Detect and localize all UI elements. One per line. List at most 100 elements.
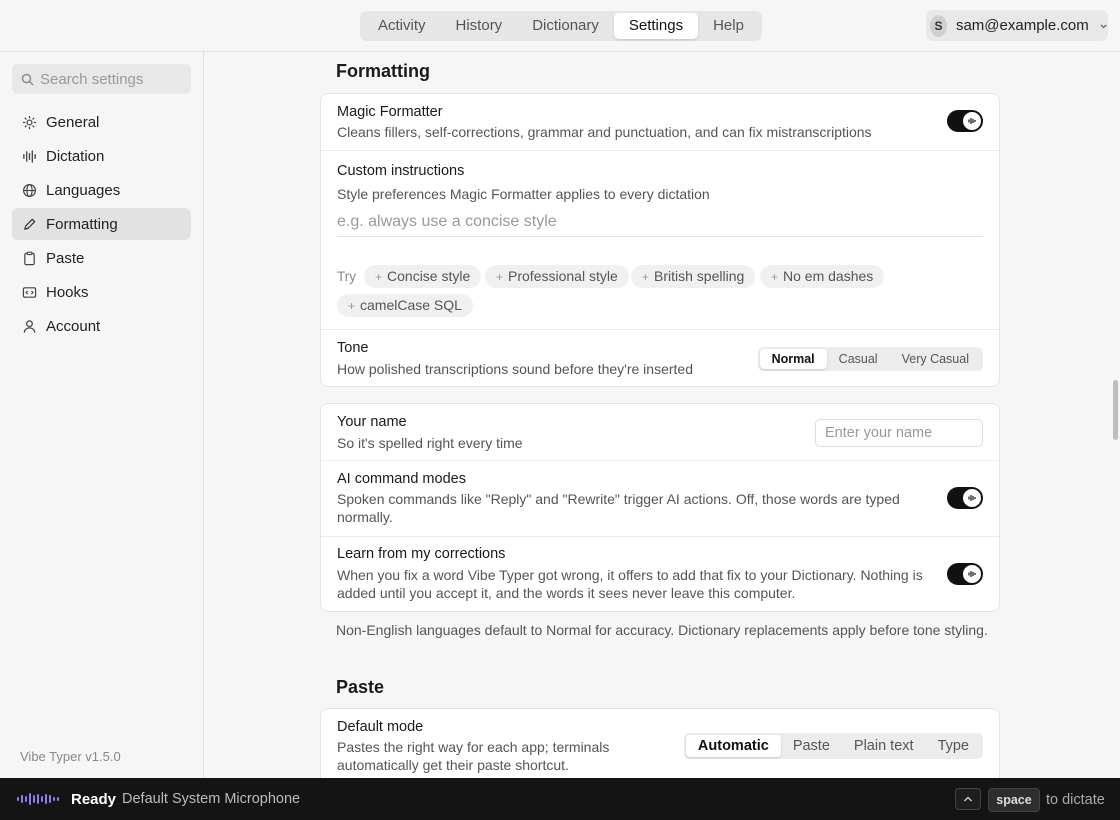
chip-professional-style[interactable]: + Professional style bbox=[485, 265, 629, 288]
magic-formatter-toggle[interactable] bbox=[947, 110, 983, 132]
tab-help[interactable]: Help bbox=[698, 13, 759, 39]
chip-british-spelling[interactable]: + British spelling bbox=[631, 265, 756, 288]
row-description: Spoken commands like "Reply" and "Rewrit… bbox=[337, 491, 900, 525]
waveform-icon bbox=[21, 148, 37, 164]
tone-option-very-casual[interactable]: Very Casual bbox=[890, 349, 981, 369]
default-mode-row: Default mode Pastes the right way for ea… bbox=[321, 709, 999, 778]
paste-mode-selector: Automatic Paste Plain text Type bbox=[683, 733, 983, 759]
custom-instructions-row: Custom instructions Style preferences Ma… bbox=[321, 151, 999, 330]
tab-activity[interactable]: Activity bbox=[363, 13, 441, 39]
chip-label: No em dashes bbox=[783, 268, 874, 284]
formatting-card: Magic Formatter Cleans fillers, self-cor… bbox=[320, 93, 1000, 387]
learn-corrections-toggle[interactable] bbox=[947, 563, 983, 585]
paste-card: Default mode Pastes the right way for ea… bbox=[320, 708, 1000, 778]
row-title: Custom instructions bbox=[337, 163, 465, 179]
try-label: Try bbox=[337, 269, 356, 284]
status-bar: Ready Default System Microphone space to… bbox=[0, 778, 1120, 820]
status-ready: Ready bbox=[71, 791, 117, 808]
chip-no-em-dashes[interactable]: + No em dashes bbox=[760, 265, 885, 288]
row-description: So it's spelled right every time bbox=[337, 435, 523, 451]
paste-mode-automatic[interactable]: Automatic bbox=[685, 735, 781, 757]
hotkey-badge: space bbox=[988, 788, 1040, 812]
plus-icon: + bbox=[771, 270, 779, 284]
person-icon bbox=[21, 318, 37, 334]
toggle-knob bbox=[963, 112, 981, 130]
sidebar-item-paste[interactable]: Paste bbox=[12, 242, 191, 274]
section-title-paste: Paste bbox=[336, 677, 385, 697]
row-description: Pastes the right way for each app; termi… bbox=[337, 739, 610, 773]
expand-button[interactable] bbox=[955, 788, 981, 810]
waveform-icon bbox=[968, 118, 976, 124]
sidebar: General Dictation Languages Formatting P… bbox=[0, 52, 204, 778]
waveform-icon bbox=[968, 495, 976, 501]
row-description: Style preferences Magic Formatter applie… bbox=[337, 186, 710, 202]
sidebar-item-dictation[interactable]: Dictation bbox=[12, 140, 191, 172]
pen-icon bbox=[21, 216, 37, 232]
row-title: Magic Formatter bbox=[337, 104, 443, 120]
version-label: Vibe Typer v1.5.0 bbox=[20, 749, 121, 764]
globe-icon bbox=[21, 182, 37, 198]
custom-instructions-input[interactable] bbox=[337, 207, 983, 237]
your-name-input[interactable] bbox=[815, 419, 983, 447]
sidebar-item-formatting[interactable]: Formatting bbox=[12, 208, 191, 240]
row-title: AI command modes bbox=[337, 471, 466, 487]
row-description: How polished transcriptions sound before… bbox=[337, 361, 693, 377]
sidebar-item-hooks[interactable]: Hooks bbox=[12, 276, 191, 308]
dictate-hint: to dictate bbox=[1046, 792, 1105, 808]
paste-mode-paste[interactable]: Paste bbox=[781, 735, 842, 757]
waveform-icon bbox=[968, 571, 976, 577]
tone-option-casual[interactable]: Casual bbox=[827, 349, 890, 369]
plus-icon: + bbox=[496, 270, 504, 284]
sidebar-item-label: General bbox=[46, 113, 100, 131]
sidebar-item-label: Languages bbox=[46, 181, 121, 199]
account-email: sam@example.com bbox=[955, 17, 1089, 34]
chevron-up-icon bbox=[964, 796, 972, 802]
sidebar-item-label: Dictation bbox=[46, 147, 105, 165]
chip-label: Concise style bbox=[387, 268, 471, 284]
top-bar: Activity History Dictionary Settings Hel… bbox=[0, 0, 1120, 52]
chevron-down-icon bbox=[1100, 23, 1107, 28]
gear-icon bbox=[21, 114, 37, 130]
settings-content: Formatting Magic Formatter Cleans filler… bbox=[204, 52, 1120, 778]
account-menu[interactable]: S sam@example.com bbox=[926, 10, 1108, 41]
chip-label: Professional style bbox=[508, 268, 618, 284]
scrollbar-thumb[interactable] bbox=[1113, 380, 1118, 440]
chip-camelcase-sql[interactable]: + camelCase SQL bbox=[337, 294, 473, 317]
formatting-footnote: Non-English languages default to Normal … bbox=[336, 622, 988, 638]
sidebar-item-label: Paste bbox=[46, 249, 85, 267]
row-title: Tone bbox=[337, 340, 369, 356]
chip-label: British spelling bbox=[654, 268, 745, 284]
row-description: Cleans fillers, self-corrections, gramma… bbox=[337, 124, 872, 140]
row-description: When you fix a word Vibe Typer got wrong… bbox=[337, 567, 923, 601]
tab-settings[interactable]: Settings bbox=[613, 13, 699, 39]
magic-formatter-row: Magic Formatter Cleans fillers, self-cor… bbox=[321, 94, 999, 151]
search-input[interactable] bbox=[40, 70, 180, 88]
sidebar-item-account[interactable]: Account bbox=[12, 310, 191, 342]
plus-icon: + bbox=[642, 270, 650, 284]
chip-concise-style[interactable]: + Concise style bbox=[364, 265, 482, 288]
tone-option-normal[interactable]: Normal bbox=[759, 349, 827, 369]
learn-corrections-row: Learn from my corrections When you fix a… bbox=[321, 537, 999, 611]
paste-mode-type[interactable]: Type bbox=[926, 735, 981, 757]
tab-dictionary[interactable]: Dictionary bbox=[517, 13, 614, 39]
toggle-knob bbox=[963, 565, 981, 583]
personalization-card: Your name So it's spelled right every ti… bbox=[320, 403, 1000, 612]
paste-mode-plain-text[interactable]: Plain text bbox=[842, 735, 926, 757]
search-box[interactable] bbox=[12, 64, 191, 94]
microphone-label: Default System Microphone bbox=[122, 791, 301, 807]
toggle-knob bbox=[963, 489, 981, 507]
sidebar-item-label: Hooks bbox=[46, 283, 89, 301]
avatar: S bbox=[930, 14, 947, 37]
sidebar-item-general[interactable]: General bbox=[12, 106, 191, 138]
sidebar-item-label: Formatting bbox=[46, 215, 118, 233]
tone-row: Tone How polished transcriptions sound b… bbox=[321, 330, 999, 386]
clipboard-icon bbox=[21, 250, 37, 266]
code-icon bbox=[21, 284, 37, 300]
tone-selector: Normal Casual Very Casual bbox=[757, 347, 983, 371]
row-title: Your name bbox=[337, 414, 407, 430]
tab-history[interactable]: History bbox=[441, 13, 518, 39]
sidebar-item-languages[interactable]: Languages bbox=[12, 174, 191, 206]
sidebar-nav: General Dictation Languages Formatting P… bbox=[12, 106, 191, 344]
ai-command-modes-toggle[interactable] bbox=[947, 487, 983, 509]
ai-command-modes-row: AI command modes Spoken commands like "R… bbox=[321, 461, 999, 537]
